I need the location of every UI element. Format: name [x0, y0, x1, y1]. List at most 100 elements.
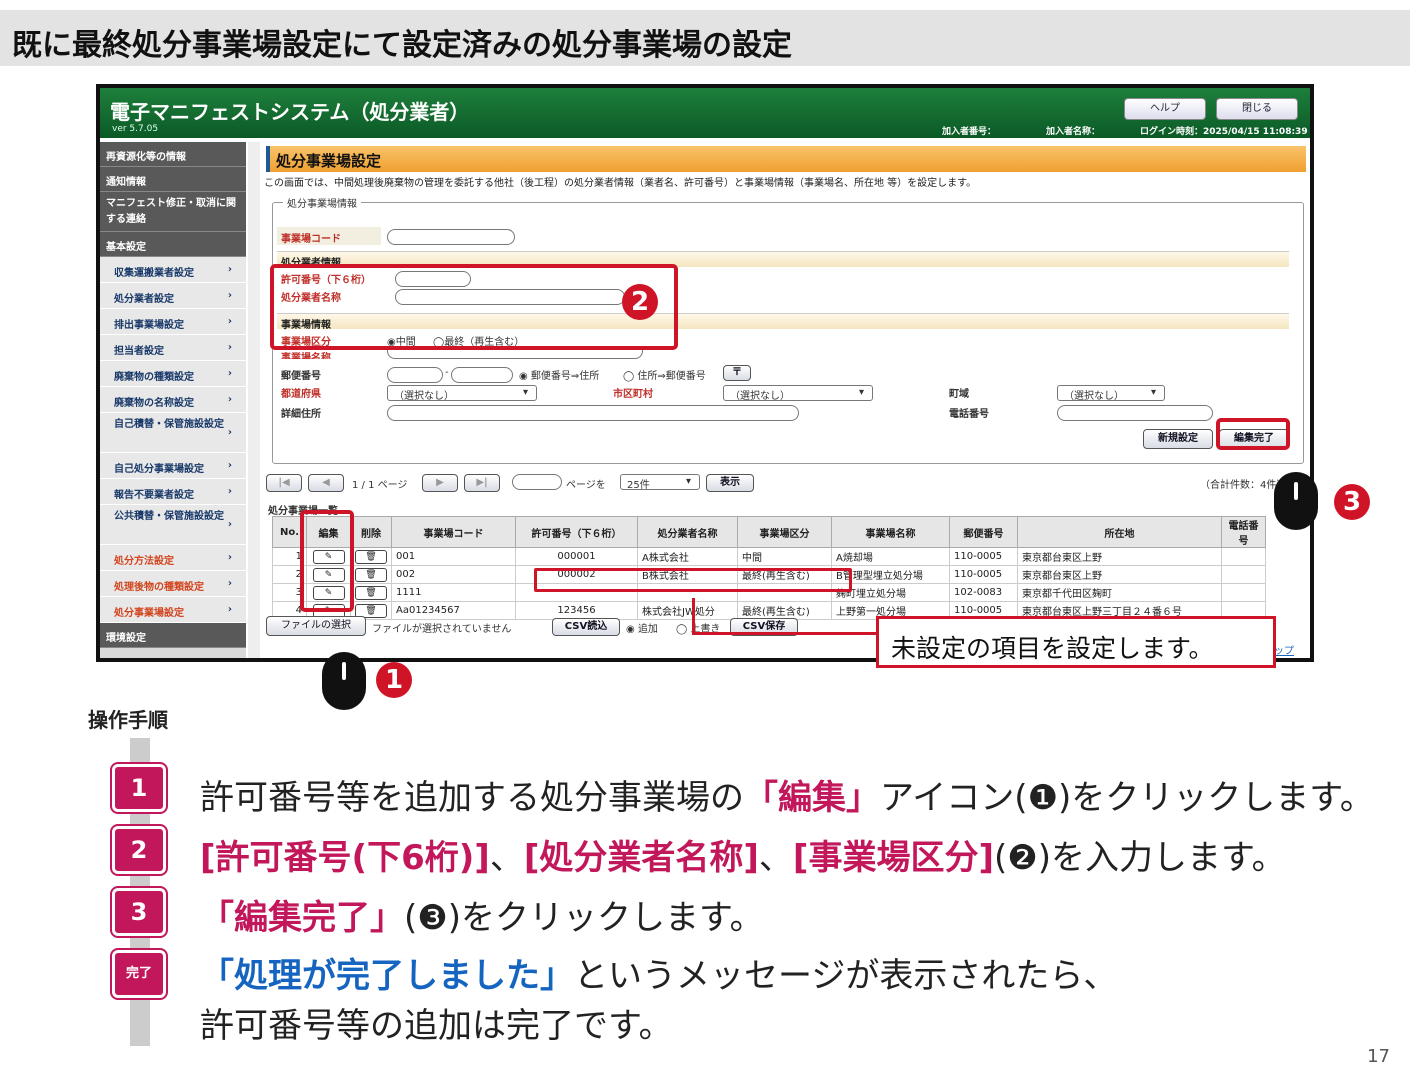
- first-page-button[interactable]: |◀: [266, 474, 302, 492]
- chevron-right-icon: ›: [227, 264, 232, 275]
- col-phone: 電話番号: [1221, 516, 1266, 548]
- cell-code: 1111: [391, 583, 516, 602]
- sidebar-item[interactable]: 処理後物の種類設定 ›: [100, 571, 246, 597]
- total-count: （合計件数：4件）: [1200, 480, 1280, 491]
- step-4-text-line2: 許可番号等の追加は完了です。: [200, 1006, 673, 1046]
- sidebar-env[interactable]: 環境設定: [100, 623, 246, 648]
- page-info: 1 / 1 ページ: [352, 480, 408, 491]
- help-button[interactable]: ヘルプ: [1124, 98, 1206, 120]
- app-version: ver 5.7.05: [112, 124, 159, 134]
- cell-zip: 110-0005: [949, 547, 1018, 566]
- sidebar-item[interactable]: 担当者設定 ›: [100, 335, 246, 361]
- sidebar-item-active[interactable]: 処分事業場設定 ›: [100, 597, 246, 623]
- sidebar-recycle[interactable]: 再資源化等の情報: [100, 142, 246, 167]
- append-radio[interactable]: ◉ 追加: [626, 620, 658, 635]
- per-page-select[interactable]: 25件 ▾: [620, 474, 700, 491]
- cell-zip: 110-0005: [949, 565, 1018, 584]
- file-select-button[interactable]: ファイルの選択: [266, 616, 366, 636]
- sidebar-item[interactable]: 処分業者設定 ›: [100, 283, 246, 309]
- sidebar-item[interactable]: 自己処分事業場設定 ›: [100, 453, 246, 479]
- app-title: 電子マニフェストシステム（処分業者）: [110, 100, 470, 124]
- mouse-click-icon: [322, 652, 366, 710]
- marker-3: 3: [1334, 484, 1370, 520]
- page-number: 17: [1367, 1046, 1390, 1067]
- chevron-right-icon: ›: [227, 290, 232, 301]
- sidebar-item-label: 自己処分事業場設定: [114, 464, 204, 475]
- chevron-right-icon: ›: [227, 460, 232, 471]
- member-name-label: 加入者名称：: [1046, 127, 1101, 137]
- prefecture-value: （選択なし）: [394, 391, 454, 402]
- step-badge-3: 3: [110, 886, 168, 938]
- sidebar-item[interactable]: 収集運搬業者設定 ›: [100, 257, 246, 283]
- chevron-right-icon: ›: [227, 427, 232, 438]
- section-title-bar: 処分事業場設定: [266, 146, 1306, 172]
- step-2-part: 、: [489, 838, 524, 878]
- sidebar-item[interactable]: 排出事業場設定 ›: [100, 309, 246, 335]
- chevron-right-icon: ›: [227, 604, 232, 615]
- sidebar-item-label: 処分方法設定: [114, 556, 174, 567]
- town-select[interactable]: （選択なし） ▾: [1057, 385, 1165, 402]
- town-value: （選択なし）: [1064, 391, 1124, 402]
- sidebar-notice[interactable]: 通知情報: [100, 167, 246, 192]
- zip-second-input[interactable]: [451, 367, 513, 383]
- page-number-input[interactable]: [512, 474, 562, 490]
- col-code[interactable]: 事業場コード: [391, 516, 516, 548]
- address-to-zip-radio[interactable]: ◯ 住所⇒郵便番号: [623, 367, 706, 382]
- sidebar-item[interactable]: 公共積替・保管施設設定 ›: [100, 505, 246, 545]
- cell-site: A焼却場: [831, 547, 950, 566]
- highlight-edit-column: [300, 510, 354, 612]
- city-value: （選択なし）: [730, 391, 790, 402]
- close-button[interactable]: 閉じる: [1216, 98, 1298, 120]
- col-permit: 許可番号（下６桁）: [515, 516, 638, 548]
- sidebar-correction[interactable]: マニフェスト修正・取消に関する連絡: [100, 192, 246, 232]
- step-4-part: というメッセージが表示されたら、: [574, 956, 1118, 996]
- page-top-link[interactable]: ップ: [1274, 642, 1294, 657]
- sidebar-item[interactable]: 処分方法設定 ›: [100, 545, 246, 571]
- sidebar-item[interactable]: 自己積替・保管施設設定 ›: [100, 413, 246, 453]
- last-page-button[interactable]: ▶|: [464, 474, 500, 492]
- trash-icon[interactable]: 🗑: [355, 567, 387, 582]
- marker-2: 2: [622, 284, 658, 320]
- town-label: 町域: [949, 389, 969, 400]
- trash-icon[interactable]: 🗑: [355, 585, 387, 600]
- zip-first-input[interactable]: [387, 367, 443, 383]
- phone-input[interactable]: [1057, 405, 1213, 421]
- zip-label: 郵便番号: [281, 371, 321, 382]
- zip-to-address-radio[interactable]: ◉ 郵便番号⇒住所: [519, 367, 599, 382]
- highlight-input-fields: [270, 264, 678, 350]
- trash-icon[interactable]: 🗑: [355, 549, 387, 564]
- slide-title: 既に最終処分事業場設定にて設定済みの処分事業場の設定: [12, 28, 792, 63]
- sidebar-basic[interactable]: 基本設定: [100, 232, 246, 257]
- sidebar-item[interactable]: 報告不要業者設定 ›: [100, 479, 246, 505]
- fieldset-legend: 処分事業場情報: [283, 195, 361, 210]
- step-1-highlight: 「編集」: [744, 778, 880, 818]
- col-company: 処分業者名称: [637, 516, 738, 548]
- new-setting-button[interactable]: 新規設定: [1143, 429, 1213, 449]
- prefecture-select[interactable]: （選択なし） ▾: [387, 385, 537, 402]
- next-page-button[interactable]: ▶: [422, 474, 458, 492]
- cell-type: 最終(再生含む): [737, 601, 832, 620]
- app-header: 電子マニフェストシステム（処分業者） ver 5.7.05 ヘルプ 閉じる 加入…: [100, 88, 1310, 138]
- sidebar-item-label: 廃棄物の名称設定: [114, 398, 194, 409]
- sidebar-scrollbar[interactable]: [248, 142, 260, 658]
- cell-type: 中間: [737, 547, 832, 566]
- delete-cell: 🗑: [350, 547, 392, 566]
- sidebar-item[interactable]: 廃棄物の名称設定 ›: [100, 387, 246, 413]
- csv-import-button[interactable]: CSV読込: [552, 618, 620, 636]
- zip-dash: -: [445, 367, 449, 378]
- step-3-highlight: 「編集完了」: [200, 898, 404, 938]
- chevron-right-icon: ›: [227, 368, 232, 379]
- prev-page-button[interactable]: ◀: [308, 474, 344, 492]
- address-input[interactable]: [387, 405, 799, 421]
- site-name-label: 事業場名称: [281, 353, 331, 359]
- site-code-input[interactable]: [387, 229, 515, 245]
- zip-lookup-button[interactable]: 〒: [723, 365, 751, 381]
- step-badge-1: 1: [110, 762, 168, 814]
- cell-company: A株式会社: [637, 547, 738, 566]
- site-name-input[interactable]: [387, 349, 643, 359]
- login-time: ログイン時刻：2025/04/15 11:08:39: [1140, 127, 1308, 137]
- city-select[interactable]: （選択なし） ▾: [723, 385, 873, 402]
- no-file-text: ファイルが選択されていません: [372, 624, 512, 635]
- sidebar-item[interactable]: 廃棄物の種類設定 ›: [100, 361, 246, 387]
- show-button[interactable]: 表示: [706, 474, 754, 492]
